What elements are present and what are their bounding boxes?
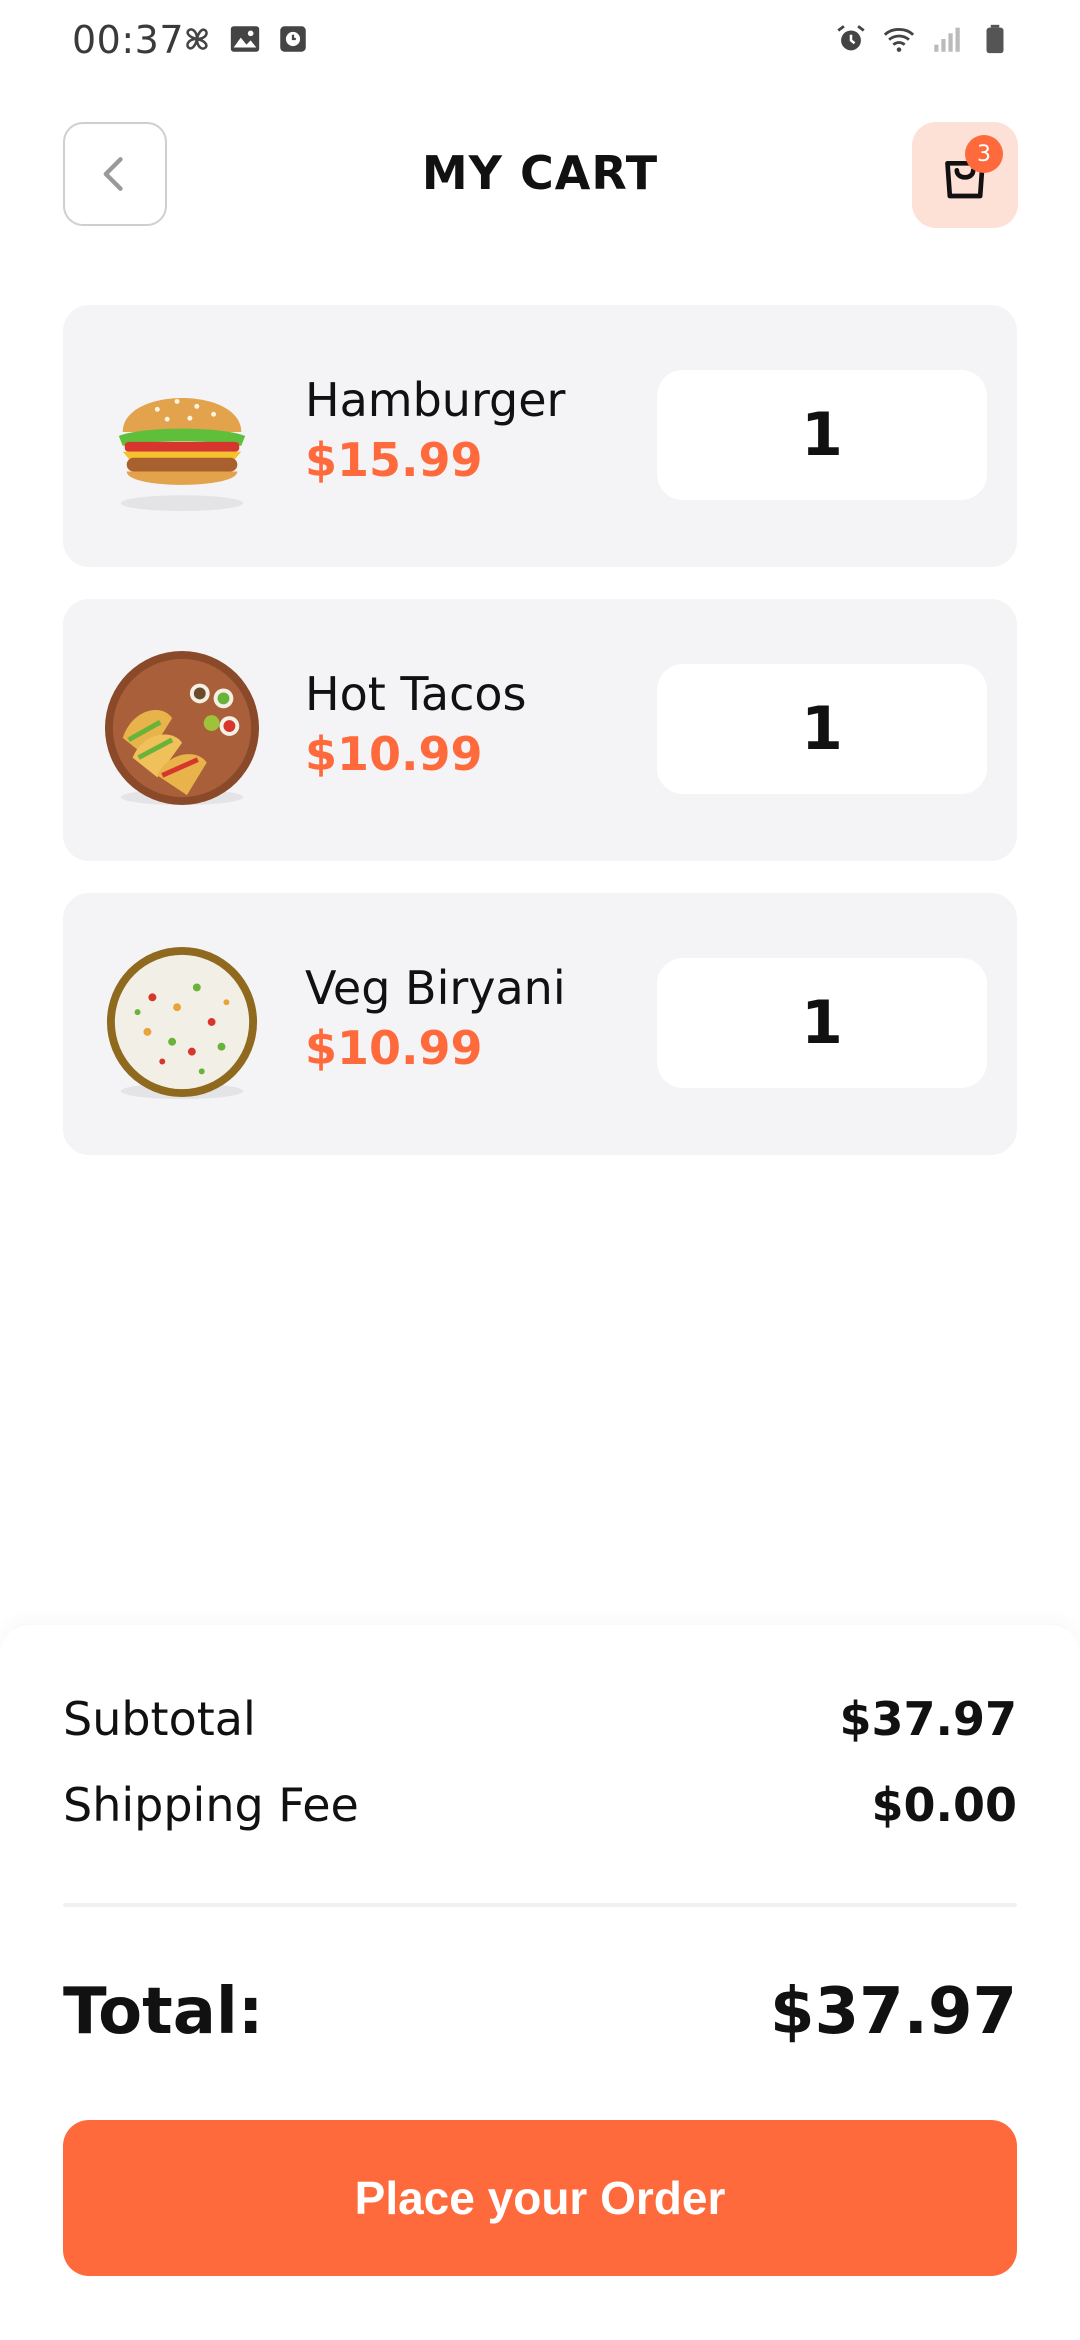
cart-screen: 00:37 MY CART 3 Hamburger $15.99 1 Hot T… bbox=[0, 0, 1080, 2340]
subtotal-value: $37.97 bbox=[839, 1692, 1017, 1746]
quantity-field[interactable]: 1 bbox=[657, 664, 987, 794]
subtotal-label: Subtotal bbox=[63, 1692, 256, 1746]
tacos-image bbox=[104, 650, 260, 806]
pinwheel-icon bbox=[186, 28, 208, 50]
hamburger-image bbox=[118, 397, 246, 512]
biryani-image bbox=[106, 946, 258, 1100]
item-price: $10.99 bbox=[305, 727, 483, 781]
cart-item: Hamburger $15.99 1 bbox=[63, 305, 1017, 567]
shipping-fee-value: $0.00 bbox=[871, 1778, 1017, 1832]
cart-button[interactable]: 3 bbox=[912, 122, 1018, 228]
item-name: Hamburger bbox=[305, 373, 566, 427]
place-order-button[interactable]: Place your Order bbox=[63, 2120, 1017, 2276]
total-value: $37.97 bbox=[770, 1975, 1017, 2049]
status-right-icons bbox=[834, 22, 1012, 56]
cart-item: Hot Tacos $10.99 1 bbox=[63, 599, 1017, 861]
image-icon bbox=[230, 26, 260, 52]
shipping-fee-label: Shipping Fee bbox=[63, 1778, 359, 1832]
total-label: Total: bbox=[63, 1975, 264, 2049]
wifi-icon bbox=[883, 28, 915, 52]
item-price: $15.99 bbox=[305, 433, 483, 487]
quantity-field[interactable]: 1 bbox=[657, 958, 987, 1088]
signal-icon bbox=[934, 27, 960, 52]
item-name: Veg Biryani bbox=[305, 961, 566, 1015]
item-name: Hot Tacos bbox=[305, 667, 527, 721]
alarm-icon bbox=[837, 25, 865, 51]
cart-item: Veg Biryani $10.99 1 bbox=[63, 893, 1017, 1155]
cart-count-badge: 3 bbox=[965, 135, 1003, 173]
item-price: $10.99 bbox=[305, 1021, 483, 1075]
battery-icon bbox=[986, 24, 1004, 54]
clock-square-icon bbox=[280, 26, 306, 52]
quantity-field[interactable]: 1 bbox=[657, 370, 987, 500]
status-left-icons bbox=[180, 22, 310, 56]
status-time: 00:37 bbox=[72, 18, 185, 62]
summary-divider bbox=[63, 1903, 1017, 1907]
status-bar: 00:37 bbox=[0, 0, 1080, 84]
